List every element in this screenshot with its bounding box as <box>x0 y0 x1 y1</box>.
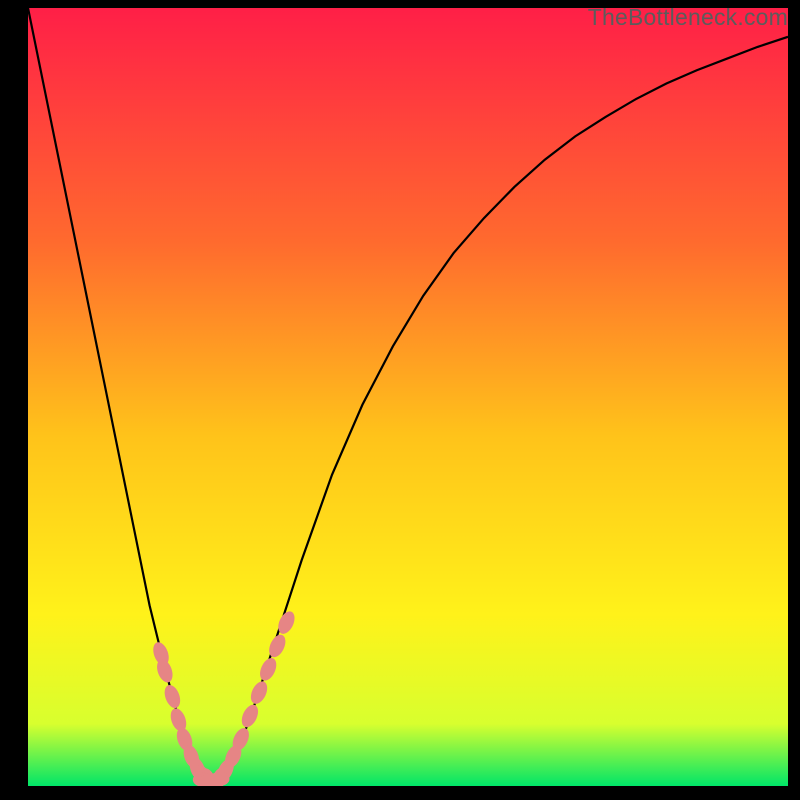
gradient-background <box>28 8 788 786</box>
bead <box>210 772 230 786</box>
watermark-text: TheBottleneck.com <box>588 4 788 31</box>
chart-frame <box>28 8 788 786</box>
bottleneck-chart <box>28 8 788 786</box>
